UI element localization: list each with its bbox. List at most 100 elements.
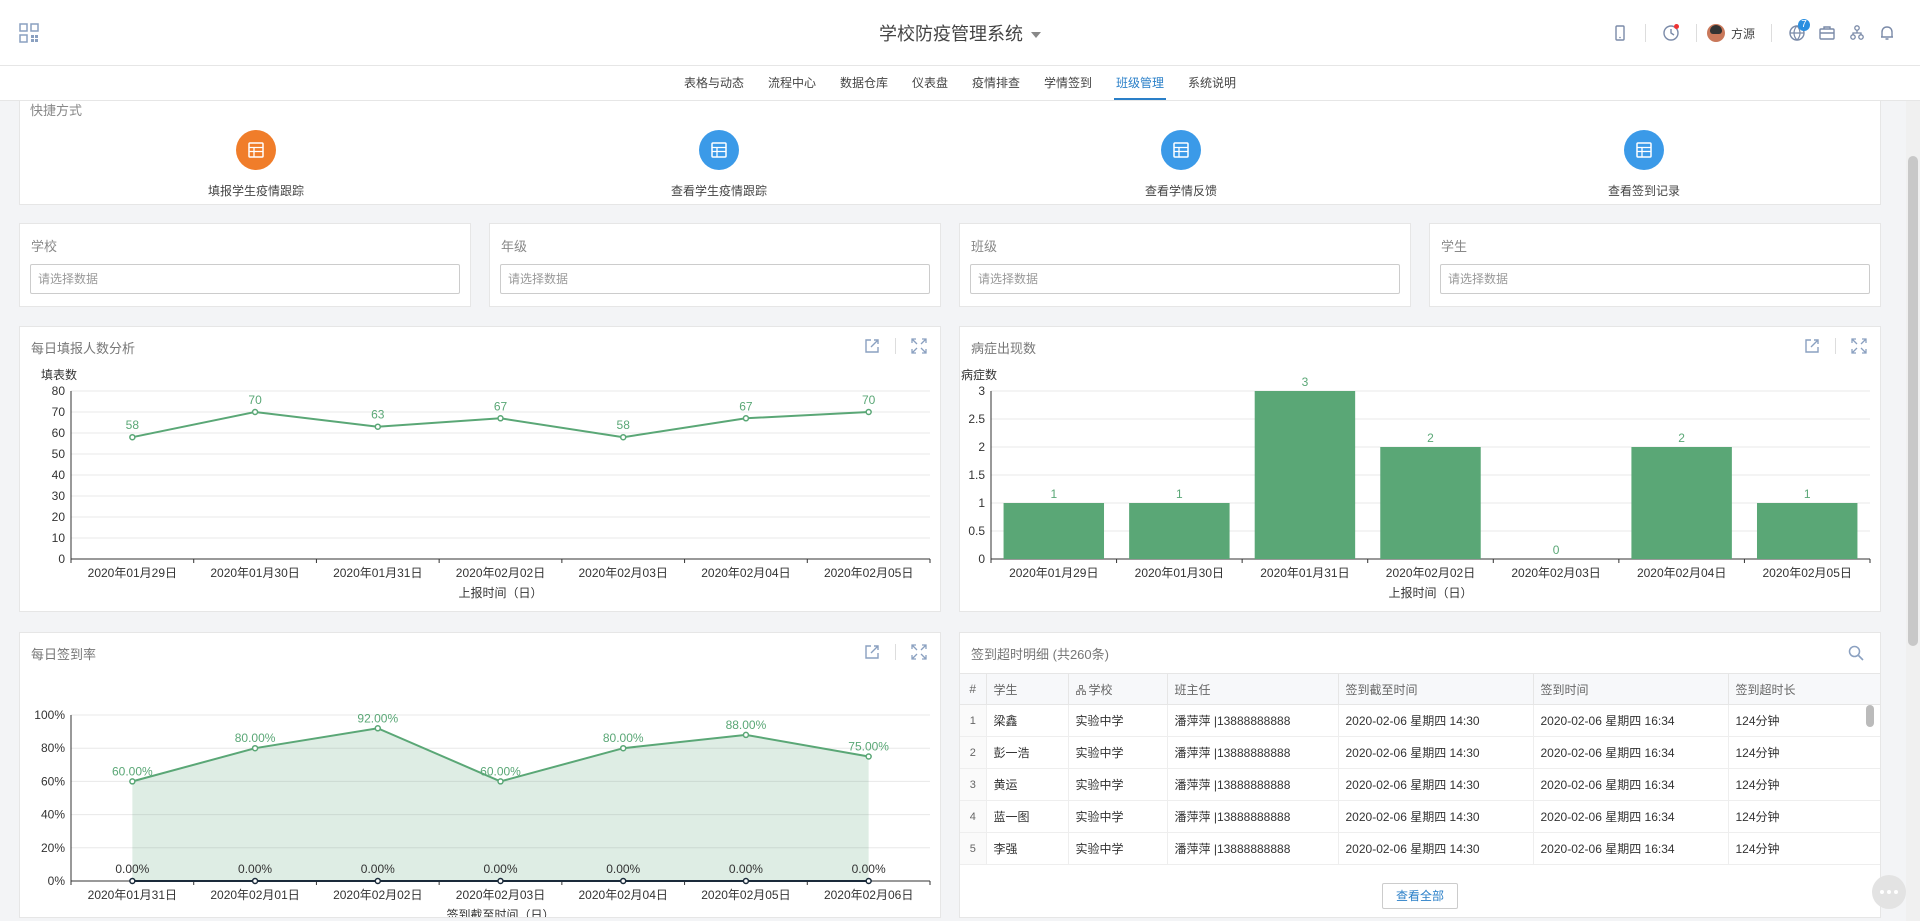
quick-item-fill-tracking[interactable]: 填报学生疫情跟踪 bbox=[156, 130, 356, 199]
x-tick-label: 2020年02月05日 bbox=[701, 888, 790, 902]
quick-label: 填报学生疫情跟踪 bbox=[207, 184, 304, 198]
briefcase-button[interactable] bbox=[1812, 18, 1842, 48]
column-header[interactable]: 学校 bbox=[1068, 673, 1168, 705]
column-header[interactable]: 学生 bbox=[986, 673, 1069, 705]
view-all-button[interactable]: 查看全部 bbox=[1382, 883, 1458, 909]
search-icon[interactable] bbox=[1848, 645, 1864, 661]
workflow-button[interactable] bbox=[1842, 18, 1872, 48]
quick-item-view-checkin[interactable]: 查看签到记录 bbox=[1544, 130, 1744, 199]
data-point bbox=[251, 408, 259, 416]
data-label: 88.00% bbox=[726, 718, 767, 732]
y-tick-label: 10 bbox=[52, 531, 66, 545]
external-link-icon[interactable] bbox=[863, 643, 881, 661]
table-row[interactable]: 5 李强 实验中学 潘萍萍 |13888888888 2020-02-06 星期… bbox=[960, 832, 1880, 865]
data-label: 67 bbox=[739, 399, 753, 413]
quick-label: 查看学生疫情跟踪 bbox=[670, 184, 767, 198]
data-point bbox=[374, 423, 382, 430]
external-link-icon[interactable] bbox=[863, 337, 881, 355]
chevron-down-icon bbox=[1031, 32, 1041, 39]
x-tick-label: 2020年02月03日 bbox=[579, 566, 668, 580]
bell-button[interactable] bbox=[1872, 18, 1902, 48]
mobile-icon bbox=[1615, 25, 1625, 41]
nav-item-checkin[interactable]: 学情签到 bbox=[1042, 66, 1094, 100]
fullscreen-icon[interactable] bbox=[910, 643, 928, 661]
scrollbar-thumb[interactable] bbox=[1908, 156, 1918, 646]
filter-label: 年级 bbox=[501, 239, 528, 254]
table-icon bbox=[248, 142, 264, 158]
data-point bbox=[865, 877, 872, 885]
column-header[interactable]: 签到超时长 bbox=[1728, 673, 1880, 705]
mobile-button[interactable] bbox=[1605, 18, 1635, 48]
table-scrollbar[interactable] bbox=[1866, 705, 1874, 727]
page-scrollbar[interactable] bbox=[1906, 101, 1920, 921]
nav-item-class-management[interactable]: 班级管理 bbox=[1114, 66, 1167, 100]
x-tick-label: 2020年02月04日 bbox=[1637, 566, 1726, 580]
nav-item-dashboard[interactable]: 仪表盘 bbox=[910, 66, 950, 100]
data-label: 60.00% bbox=[480, 764, 521, 778]
nav-item-epidemic-check[interactable]: 疫情排查 bbox=[970, 66, 1022, 100]
school-cell: 实验中学 bbox=[1068, 736, 1168, 769]
quick-item-view-tracking[interactable]: 查看学生疫情跟踪 bbox=[619, 130, 819, 199]
class-select[interactable]: 请选择数据 bbox=[970, 264, 1400, 294]
x-tick-label: 2020年01月30日 bbox=[1135, 566, 1224, 580]
data-label: 2 bbox=[1678, 431, 1685, 445]
nav-item-system-info[interactable]: 系统说明 bbox=[1186, 66, 1238, 100]
avatar bbox=[1706, 24, 1725, 42]
data-point bbox=[497, 415, 504, 422]
user-name: 方源 bbox=[1730, 26, 1755, 41]
nav-item-forms[interactable]: 表格与动态 bbox=[682, 66, 746, 100]
filter-label: 班级 bbox=[971, 239, 998, 254]
main-nav: 表格与动态 流程中心 数据仓库 仪表盘 疫情排查 学情签到 班级管理 系统说明 bbox=[0, 66, 1920, 101]
data-point bbox=[619, 433, 627, 441]
timeout-cell: 124分钟 bbox=[1728, 704, 1880, 737]
quick-title: 快捷方式 bbox=[30, 103, 83, 118]
table-row[interactable]: 2 彭一浩 实验中学 潘萍萍 |13888888888 2020-02-06 星… bbox=[960, 736, 1880, 769]
x-tick-label: 2020年02月01日 bbox=[210, 888, 299, 902]
column-header[interactable]: 班主任 bbox=[1167, 673, 1339, 705]
notification-button[interactable]: 7 bbox=[1782, 18, 1812, 48]
nav-item-workflow[interactable]: 流程中心 bbox=[766, 66, 818, 100]
quick-circle bbox=[1161, 130, 1201, 170]
quick-label: 查看学情反馈 bbox=[1144, 184, 1217, 198]
user-menu[interactable]: 方源 bbox=[1706, 24, 1761, 42]
data-point bbox=[251, 744, 259, 752]
data-label: 0.00% bbox=[238, 862, 272, 876]
external-link-icon[interactable] bbox=[1803, 337, 1821, 355]
column-header[interactable]: 签到截至时间 bbox=[1338, 673, 1534, 705]
column-header: # bbox=[960, 673, 987, 705]
more-options-button[interactable] bbox=[1872, 875, 1906, 909]
nav-item-data-warehouse[interactable]: 数据仓库 bbox=[838, 66, 890, 100]
quick-label: 查看签到记录 bbox=[1607, 184, 1680, 198]
app-title-text: 学校防疫管理系统 bbox=[879, 24, 1023, 44]
data-label: 3 bbox=[1302, 375, 1309, 389]
table-row[interactable]: 4 蓝一图 实验中学 潘萍萍 |13888888888 2020-02-06 星… bbox=[960, 800, 1880, 833]
x-tick-label: 2020年02月06日 bbox=[824, 888, 913, 902]
bar bbox=[1254, 391, 1356, 559]
data-label: 67 bbox=[494, 399, 508, 413]
data-label: 1 bbox=[1804, 487, 1811, 501]
data-point bbox=[619, 877, 627, 885]
column-header[interactable]: 签到时间 bbox=[1533, 673, 1729, 705]
teacher-cell: 潘萍萍 |13888888888 bbox=[1167, 736, 1339, 769]
row-index: 2 bbox=[960, 736, 987, 769]
data-label: 80.00% bbox=[603, 731, 644, 745]
school-cell: 实验中学 bbox=[1068, 704, 1168, 737]
table-title: 签到超时明细 (共260条) bbox=[971, 647, 1109, 662]
fullscreen-icon[interactable] bbox=[910, 337, 928, 355]
fullscreen-icon[interactable] bbox=[1850, 337, 1868, 355]
table-row[interactable]: 1 梁鑫 实验中学 潘萍萍 |13888888888 2020-02-06 星期… bbox=[960, 704, 1880, 737]
timeout-cell: 124分钟 bbox=[1728, 736, 1880, 769]
table-row[interactable]: 3 黄运 实验中学 潘萍萍 |13888888888 2020-02-06 星期… bbox=[960, 768, 1880, 801]
student-select[interactable]: 请选择数据 bbox=[1440, 264, 1870, 294]
teacher-cell: 潘萍萍 |13888888888 bbox=[1167, 832, 1339, 865]
filter-class: 班级 请选择数据 bbox=[959, 223, 1411, 307]
y-axis-label: 填表数 bbox=[41, 367, 77, 382]
quick-item-view-feedback[interactable]: 查看学情反馈 bbox=[1081, 130, 1281, 199]
clock-button[interactable] bbox=[1656, 18, 1686, 48]
y-tick-label: 50 bbox=[52, 447, 66, 461]
grade-select[interactable]: 请选择数据 bbox=[500, 264, 930, 294]
timeout-table: # 学生 学校 班主任 签到截至时间 签到时间 签到超时长 1 梁鑫 实验中学 … bbox=[960, 673, 1880, 865]
table-icon bbox=[1636, 142, 1652, 158]
chart-title: 病症出现数 bbox=[971, 341, 1037, 356]
school-select[interactable]: 请选择数据 bbox=[30, 264, 460, 294]
